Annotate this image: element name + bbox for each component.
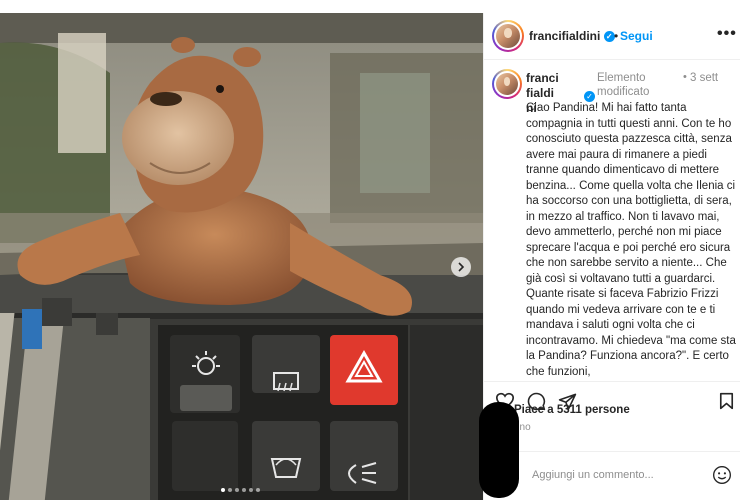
meta-separator: • [683,71,687,83]
photo-scene [0,13,483,500]
carousel-next-button[interactable] [451,257,471,277]
carousel-dot [256,488,260,492]
comment-bar [484,451,740,501]
header-separator: • [614,29,619,43]
more-options-button[interactable]: ••• [717,25,737,43]
post-details-panel: francifialdini ✓ • Segui ••• francifiald… [483,13,740,500]
follow-button[interactable]: Segui [620,29,653,43]
carousel-dot [242,488,246,492]
caption-avatar[interactable] [492,69,522,99]
likes-count[interactable]: Piace a 5311 persone [514,404,630,416]
comment-input[interactable] [530,464,694,486]
carousel-dot [228,488,232,492]
redaction-blot [479,402,519,498]
carousel-dot [221,488,225,492]
caption-section: francifialdini ✓ Elemento modificato • 3… [484,65,740,381]
carousel-dot [235,488,239,492]
post-header: francifialdini ✓ • Segui ••• [484,13,740,60]
carousel-dot [249,488,253,492]
bookmark-icon[interactable] [719,392,734,410]
caption-text: Ciao Pandina! Mi hai fatto tanta compagn… [526,102,736,378]
header-username-text[interactable]: francifialdini [529,29,600,43]
edited-label: Elemento modificato [597,72,650,98]
chevron-right-icon [458,262,465,272]
smiley-icon[interactable] [712,465,732,485]
post-photo[interactable] [0,13,483,500]
carousel-indicator [221,488,260,492]
post-time[interactable]: 3 sett [690,71,720,85]
header-username[interactable]: francifialdini ✓ [529,29,615,43]
avatar[interactable] [492,20,524,52]
